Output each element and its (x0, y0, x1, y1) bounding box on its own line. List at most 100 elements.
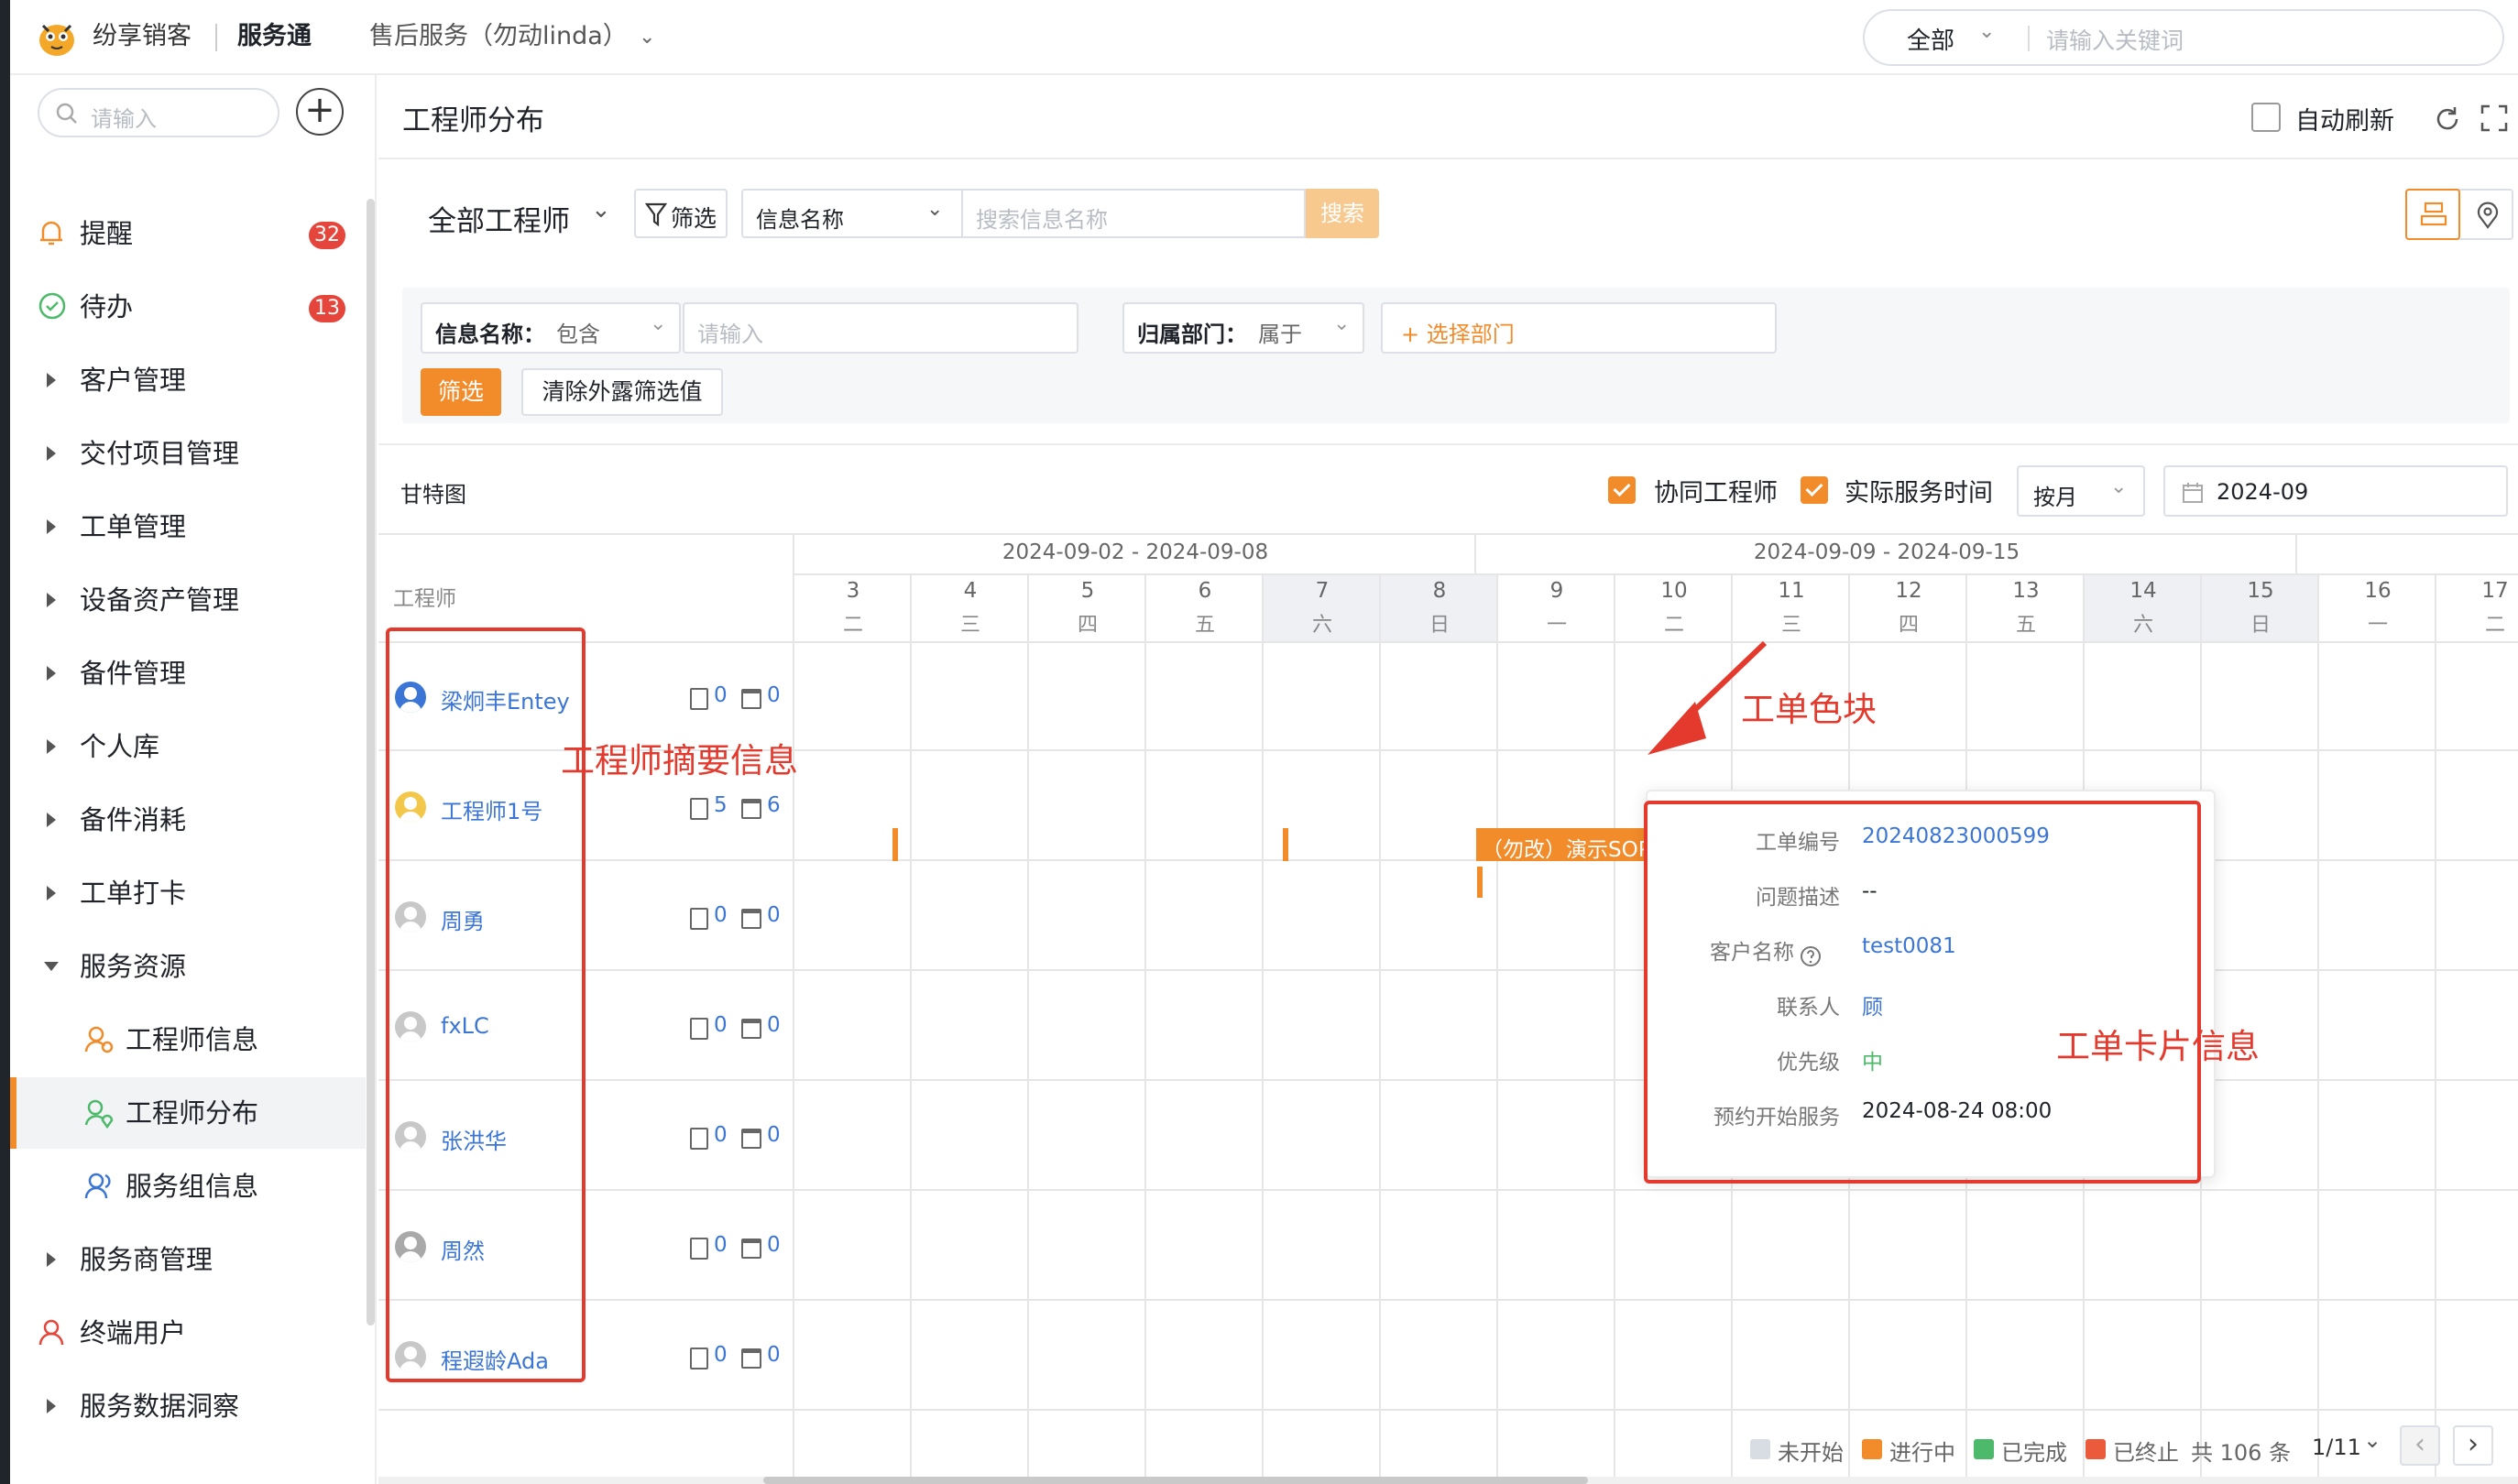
filter-name-op[interactable]: 信息名称： 包含 ⌄ (421, 302, 681, 354)
gantt-view-icon[interactable] (2405, 189, 2460, 240)
period-value: 按月 (2033, 485, 2077, 510)
weekday-label: 二 (2484, 614, 2505, 637)
sidebar-item-customer[interactable]: 客户管理 (10, 344, 366, 416)
search-placeholder: 搜索信息名称 (976, 207, 1108, 233)
global-search-input[interactable]: 请输入关键词 (2046, 23, 2184, 56)
weekday-label: 三 (1780, 614, 1801, 637)
map-pin-icon[interactable] (2475, 202, 2501, 229)
next-page-button[interactable]: › (2453, 1425, 2493, 1466)
month-picker[interactable]: 2024-09 (2163, 465, 2508, 517)
weekday-label: 三 (959, 614, 980, 637)
sidebar-item-personal[interactable]: 个人库 (10, 711, 366, 782)
sidebar-item-checkin[interactable]: 工单打卡 (10, 857, 366, 929)
day-number: 3 (846, 579, 860, 603)
co-engineer-checkbox[interactable] (1608, 476, 1636, 504)
sidebar-item-insight[interactable]: 服务数据洞察 (10, 1370, 366, 1442)
day-number: 14 (2129, 579, 2157, 603)
schedule-count: 0 (767, 683, 781, 707)
sidebar-search-input[interactable]: 请输入 (38, 88, 279, 137)
sidebar-item-consume[interactable]: 备件消耗 (10, 784, 366, 856)
chevron-down-icon[interactable]: ⌄ (591, 196, 611, 224)
caret-right-icon (47, 446, 56, 461)
caret-right-icon (47, 373, 56, 387)
sidebar-item-spare[interactable]: 备件管理 (10, 638, 366, 709)
engineer-scope-select[interactable]: 全部工程师 (428, 198, 570, 239)
search-placeholder: 请输入 (91, 106, 157, 132)
search-input[interactable]: 搜索信息名称 (961, 189, 1306, 238)
sidebar-item-label: 待办 (80, 291, 134, 322)
filter-op: 属于 (1258, 322, 1302, 347)
sidebar-item-provider[interactable]: 服务商管理 (10, 1224, 366, 1295)
app-name[interactable]: 服务通 (237, 20, 312, 53)
filter-dept-op[interactable]: 归属部门： 属于 ⌄ (1122, 302, 1364, 354)
sidebar-item-label: 设备资产管理 (80, 584, 240, 616)
sidebar-item-engineer-info[interactable]: 工程师信息 (10, 1004, 366, 1075)
caret-down-icon (44, 962, 59, 971)
caret-right-icon (47, 886, 56, 900)
work-order-count: 0 (714, 1013, 728, 1037)
sidebar-item-delivery[interactable]: 交付项目管理 (10, 418, 366, 489)
global-search: 全部 ⌄ 请输入关键词 (1863, 9, 2504, 66)
week-label: 2024-09-02 - 2024-09-08 (1002, 540, 1269, 564)
weekday-label: 六 (2132, 614, 2153, 637)
day-number: 6 (1198, 579, 1212, 603)
sidebar-item-service-resource[interactable]: 服务资源 (10, 931, 366, 1002)
apply-filter-button[interactable]: 筛选 (421, 368, 501, 416)
schedule-count: 6 (767, 793, 781, 817)
top-bar: 纷享销客 服务通 售后服务（勿动linda） ⌄ 全部 ⌄ 请输入关键词 (10, 0, 2518, 75)
week-divider (1474, 533, 1476, 573)
chevron-down-icon[interactable]: ⌄ (639, 26, 655, 49)
sidebar-item-label: 交付项目管理 (80, 438, 240, 469)
day-number: 11 (1778, 579, 1805, 603)
task-tick[interactable] (892, 828, 898, 861)
sidebar-item-label: 工程师信息 (126, 1024, 259, 1055)
period-select[interactable]: 按月 ⌄ (2017, 465, 2145, 517)
day-number: 9 (1549, 579, 1564, 603)
sidebar-item-end-user[interactable]: 终端用户 (10, 1297, 366, 1369)
field-select[interactable]: 信息名称 ⌄ (741, 189, 963, 238)
sidebar-item-reminder[interactable]: 提醒 32 (10, 198, 366, 269)
work-order-icon (690, 1018, 708, 1040)
scope-select[interactable]: 全部 (1907, 22, 1954, 56)
select-department-button[interactable]: + 选择部门 (1381, 302, 1777, 354)
day-number: 16 (2364, 579, 2392, 603)
engineer-row: 程遐龄Ada 0 0 (378, 1301, 2518, 1411)
engineer-row: 周然 0 0 (378, 1191, 2518, 1301)
tenant-select[interactable]: 售后服务（勿动linda） (369, 20, 628, 53)
actual-time-label: 实际服务时间 (1845, 479, 1993, 507)
fullscreen-icon[interactable] (2480, 104, 2508, 132)
refresh-icon[interactable] (2433, 104, 2462, 134)
sidebar-item-label: 服务组信息 (126, 1171, 259, 1202)
select-department-label: + 选择部门 (1401, 322, 1515, 347)
auto-refresh-checkbox[interactable] (2251, 103, 2281, 132)
clear-filter-button[interactable]: 清除外露筛选值 (521, 368, 723, 416)
horizontal-scrollbar[interactable] (763, 1477, 1588, 1484)
fxiaoke-logo-icon[interactable] (36, 16, 78, 59)
add-icon[interactable]: + (296, 88, 344, 136)
sidebar-scrollbar[interactable] (367, 199, 375, 1326)
group-icon (84, 1173, 111, 1199)
filter-name-placeholder: 请输入 (697, 322, 763, 347)
sidebar-item-engineer-distribution[interactable]: 工程师分布 (10, 1077, 366, 1149)
day-number: 4 (963, 579, 978, 603)
chevron-down-icon[interactable]: ⌄ (2363, 1427, 2381, 1453)
schedule-count: 0 (767, 903, 781, 927)
work-order-icon (690, 798, 708, 820)
filter-name-input[interactable]: 请输入 (683, 302, 1078, 354)
work-order-icon (690, 688, 708, 710)
sidebar-item-group[interactable]: 服务组信息 (10, 1151, 366, 1222)
chevron-down-icon: ⌄ (2110, 475, 2128, 498)
search-button[interactable]: 搜索 (1306, 189, 1379, 238)
task-tick[interactable] (1477, 867, 1483, 898)
sidebar-item-todo[interactable]: 待办 13 (10, 271, 366, 343)
sidebar-item-workorder[interactable]: 工单管理 (10, 491, 366, 562)
legend-label: 进行中 (1889, 1440, 1955, 1466)
actual-time-checkbox[interactable] (1801, 476, 1828, 504)
prev-page-button[interactable]: ‹ (2400, 1425, 2440, 1466)
sidebar-item-asset[interactable]: 设备资产管理 (10, 564, 366, 636)
weekday-label: 六 (1311, 614, 1332, 637)
task-tick[interactable] (1283, 828, 1288, 861)
caret-right-icon (47, 593, 56, 607)
chevron-down-icon[interactable]: ⌄ (1978, 20, 1995, 43)
filter-button[interactable]: 筛选 (634, 189, 728, 238)
